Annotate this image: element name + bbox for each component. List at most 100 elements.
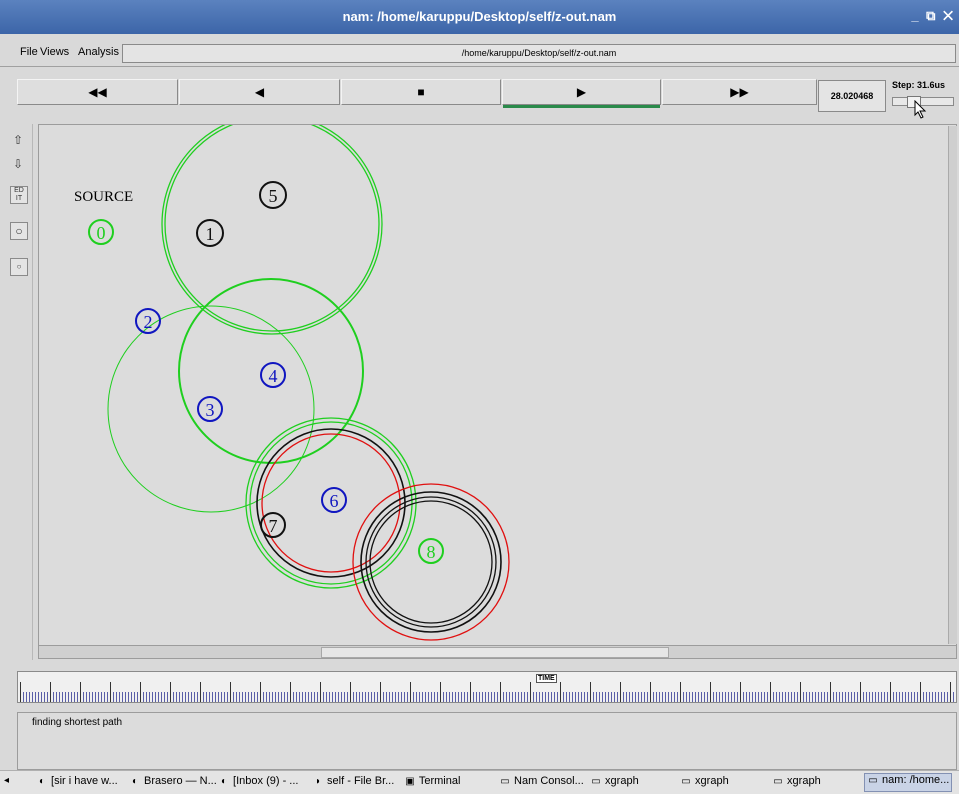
network-node-7[interactable]: 7 [260, 512, 286, 538]
network-canvas[interactable]: SOURCE 0 1 2 3 4 5 6 7 8 [38, 124, 957, 646]
timeline-tick [935, 692, 936, 702]
rewind-button[interactable]: ◀◀ [17, 79, 178, 105]
node-tool-icon[interactable]: ○ [10, 222, 28, 240]
timeline-tick [170, 682, 171, 702]
taskbar-item[interactable]: ◐ [Inbox (9) - ... [218, 775, 299, 790]
timeline-tick [284, 692, 285, 702]
menu-analysis[interactable]: Analysis [78, 46, 119, 58]
timeline-tick [746, 692, 747, 702]
timeline-tick [407, 692, 408, 702]
timeline-tick [254, 692, 255, 702]
fast-forward-button[interactable]: ▶▶ [662, 79, 817, 105]
taskbar-item[interactable]: ▭ xgraph [680, 775, 728, 790]
network-node-2[interactable]: 2 [135, 308, 161, 334]
timeline-tick [758, 692, 759, 702]
timeline-tick [395, 692, 396, 702]
timeline-tick [260, 682, 261, 702]
timeline-tick [545, 692, 546, 702]
timeline-tick [614, 692, 615, 702]
zoom-in-icon[interactable]: ⇧ [10, 132, 26, 148]
timeline-tick [389, 692, 390, 702]
timeline-tick [950, 682, 951, 702]
taskbar-item[interactable]: ▭ Nam Consol... [499, 775, 584, 790]
timeline-tick [53, 692, 54, 702]
timeline-tick [530, 682, 531, 702]
taskbar-item[interactable]: ◐ Brasero — N... [129, 775, 217, 790]
taskbar-item[interactable]: ▣ Terminal [404, 775, 460, 790]
timeline-tick [602, 692, 603, 702]
timeline-tick [929, 692, 930, 702]
time-marker[interactable]: TIME [536, 674, 557, 683]
timeline-tick [638, 692, 639, 702]
timeline-tick [275, 692, 276, 702]
timeline-tick [365, 692, 366, 702]
network-node-5[interactable]: 5 [259, 181, 287, 209]
network-node-6[interactable]: 6 [321, 487, 347, 513]
canvas-horizontal-scrollbar[interactable] [38, 645, 957, 659]
timeline-tick [89, 692, 90, 702]
timeline-tick [80, 682, 81, 702]
svg-text:1: 1 [206, 224, 215, 244]
timeline-tick [710, 682, 711, 702]
timeline-tick [791, 692, 792, 702]
play-button[interactable]: ▶ [502, 79, 661, 108]
network-node-8[interactable]: 8 [418, 538, 444, 564]
timeline-tick [98, 692, 99, 702]
network-node-0[interactable]: 0 [88, 219, 114, 245]
svg-text:2: 2 [144, 312, 153, 332]
edit-icon[interactable]: ED IT [10, 186, 28, 204]
timeline-tick [437, 692, 438, 702]
menu-file[interactable]: File [20, 46, 38, 58]
timeline-tick [824, 692, 825, 702]
timeline-tick [632, 692, 633, 702]
timeline-tick [575, 692, 576, 702]
timeline-tick [23, 692, 24, 702]
timeline-tick [323, 692, 324, 702]
network-node-1[interactable]: 1 [196, 219, 224, 247]
timeline-tick [515, 692, 516, 702]
taskbar-item[interactable]: ◗ self - File Br... [312, 775, 394, 790]
timeline-tick [686, 692, 687, 702]
network-node-4[interactable]: 4 [260, 362, 286, 388]
stop-button[interactable]: ■ [341, 79, 501, 105]
timeline-tick [764, 692, 765, 702]
timeline-tick [38, 692, 39, 702]
timeline-tick [209, 692, 210, 702]
timeline-tick [176, 692, 177, 702]
timeline-tick [713, 692, 714, 702]
taskbar-item-label: Nam Consol... [511, 775, 584, 787]
timeline-tick [572, 692, 573, 702]
taskbar-item[interactable]: ◐ [sir i have w... [36, 775, 118, 790]
taskbar: ◂ ◐ [sir i have w... ◐ Brasero — N... ◐ [I… [0, 770, 959, 794]
taskbar-item[interactable]: ▭ xgraph [772, 775, 820, 790]
time-slider-track[interactable]: TIME [17, 671, 957, 703]
taskbar-scroll-left-icon[interactable]: ◂ [4, 775, 9, 786]
node-small-icon[interactable]: ○ [10, 258, 28, 276]
timeline-tick [77, 692, 78, 702]
zoom-out-icon[interactable]: ⇩ [10, 156, 26, 172]
timeline-tick [158, 692, 159, 702]
timeline-tick [866, 692, 867, 702]
timeline-tick [881, 692, 882, 702]
window-title: nam: /home/karuppu/Desktop/self/z-out.na… [342, 9, 617, 24]
timeline-tick [566, 692, 567, 702]
timeline-tick [134, 692, 135, 702]
timeline-tick [122, 692, 123, 702]
canvas-vertical-scrollbar[interactable] [948, 126, 957, 644]
menubar: File Views Analysis /home/karuppu/Deskto… [0, 40, 959, 67]
horizontal-scroll-thumb[interactable] [321, 647, 669, 658]
taskbar-item[interactable]: ▭ xgraph [590, 775, 638, 790]
step-back-button[interactable]: ◀ [179, 79, 340, 105]
timeline-tick [728, 692, 729, 702]
taskbar-item[interactable]: ▭ nam: /home... [864, 773, 953, 792]
timeline-tick [563, 692, 564, 702]
window-controls[interactable]: _ ⧉ ✕ [911, 8, 955, 24]
timeline-tick [641, 692, 642, 702]
timeline-tick [554, 692, 555, 702]
timeline-tick [473, 692, 474, 702]
timeline-tick [314, 692, 315, 702]
menu-views[interactable]: Views [40, 46, 69, 58]
network-node-3[interactable]: 3 [197, 396, 223, 422]
timeline-tick [938, 692, 939, 702]
timeline-tick [164, 692, 165, 702]
